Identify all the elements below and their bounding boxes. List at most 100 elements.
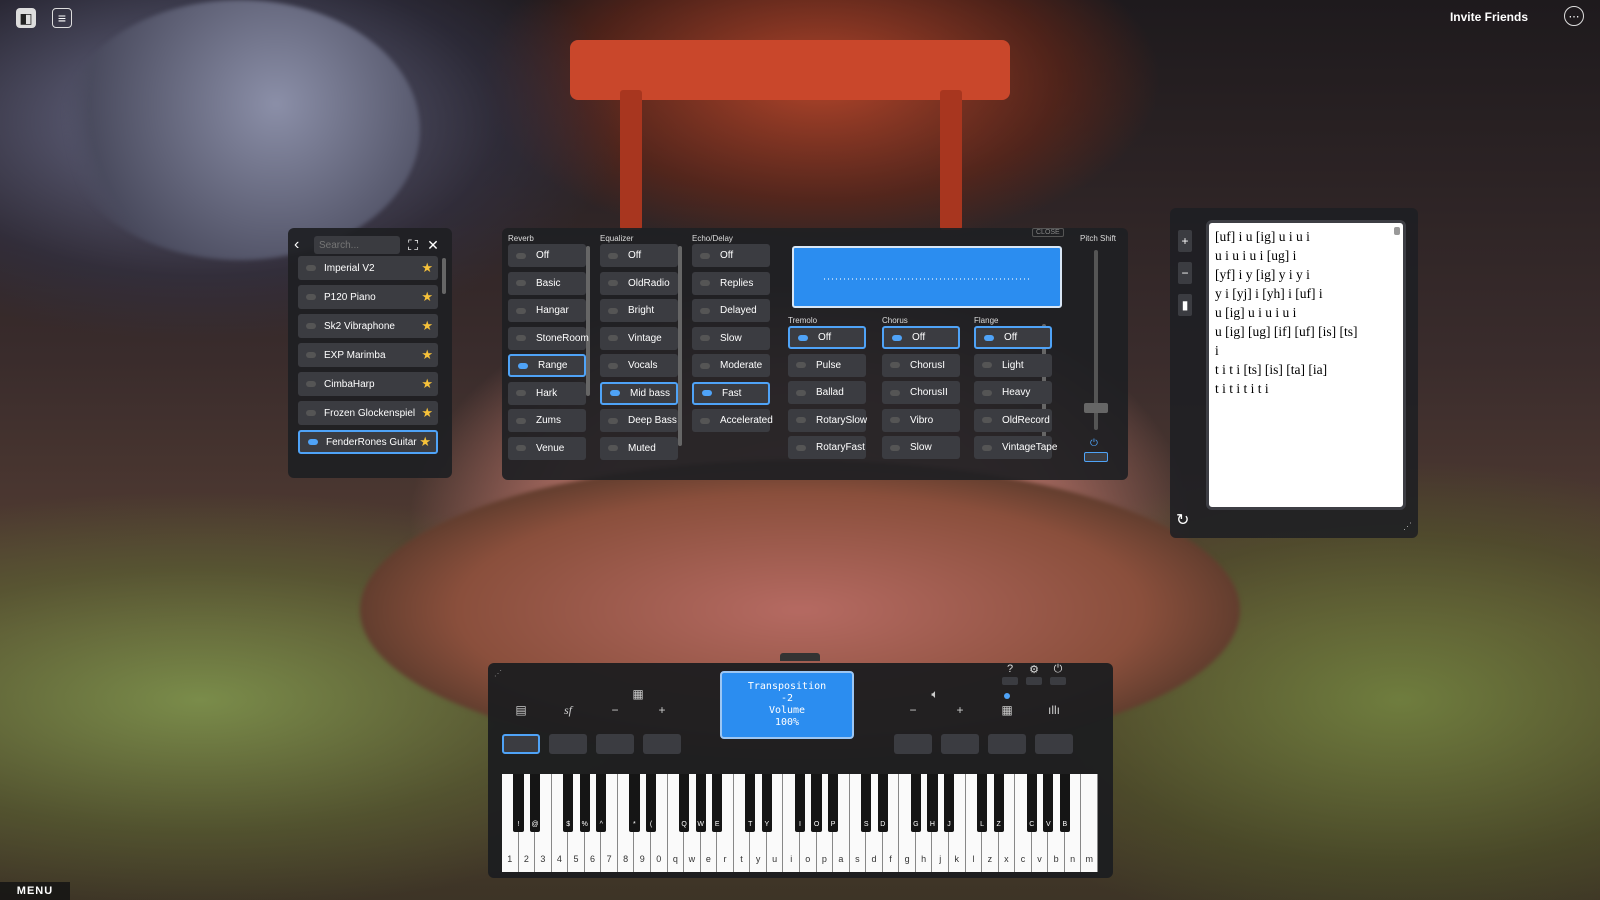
equalizer-option[interactable]: Off [600,244,678,267]
equalizer-option[interactable]: Deep Bass [600,409,678,432]
flange-option[interactable]: Off [974,326,1052,349]
transpose-up-button[interactable] [643,734,681,754]
equalizer-option[interactable]: OldRadio [600,271,678,295]
transpose-down-button[interactable] [596,734,634,754]
black-key[interactable]: P [827,774,839,832]
reverb-option[interactable]: Basic [508,271,586,295]
chat-icon[interactable]: ≡ [52,8,72,28]
instrument-item[interactable]: P120 Piano ★ [298,285,438,309]
pitch-shift-slider-handle[interactable] [1084,403,1108,413]
black-key[interactable]: ^ [596,774,607,832]
black-key[interactable]: C [1026,774,1037,832]
reverb-option[interactable]: Zums [508,409,586,432]
close-icon[interactable]: ✕ [426,237,440,254]
equalizer-option[interactable]: Muted [600,436,678,460]
instrument-search-input[interactable] [314,236,400,254]
sheet-text-area[interactable]: [uf] i u [ig] u i u i u i u i u i [ug] i [… [1206,220,1406,510]
black-key[interactable]: D [877,774,888,832]
black-key[interactable]: ( [645,774,657,832]
zoom-in-button[interactable]: + [1178,230,1192,252]
roblox-logo-icon[interactable]: ◧ [16,8,36,28]
reverb-option[interactable]: StoneRoom [508,326,589,350]
black-key[interactable]: Q [678,774,690,832]
star-icon[interactable]: ★ [421,376,433,392]
chorus-option[interactable]: Off [882,326,960,349]
drag-handle[interactable] [780,653,820,661]
black-key[interactable]: ! [513,774,524,832]
gear-icon[interactable]: ⚙ [1024,663,1044,676]
black-key[interactable]: S [861,774,872,832]
reverb-scrollbar[interactable] [586,246,590,396]
equalizer-scrollbar[interactable] [678,246,682,446]
reset-icon[interactable]: ↻ [1176,510,1189,530]
volume-up-button[interactable] [941,734,979,754]
help-button[interactable] [1002,677,1018,685]
black-key[interactable]: L [976,774,988,832]
resize-handle-icon[interactable]: ⋰ [494,669,502,678]
black-key[interactable]: I [794,774,806,832]
black-key[interactable]: % [579,774,590,832]
black-key[interactable]: G [910,774,921,832]
white-key[interactable]: m [1081,774,1098,872]
instrument-scrollbar[interactable] [442,258,446,294]
echo-option[interactable]: Accelerated [692,409,773,432]
black-key[interactable]: O [811,774,822,832]
echo-option[interactable]: Fast [692,381,770,405]
sustain-button[interactable] [549,734,587,754]
black-key[interactable]: E [712,774,723,832]
reverb-option[interactable]: Range [508,354,586,377]
flange-option[interactable]: OldRecord [974,408,1052,432]
black-key[interactable]: Y [761,774,772,832]
tremolo-option[interactable]: RotarySlow [788,408,867,432]
equalizer-option[interactable]: Mid bass [600,381,678,405]
flange-option[interactable]: Light [974,353,1052,377]
star-icon[interactable]: ★ [421,260,433,276]
back-chevron-icon[interactable]: ‹ [294,236,308,254]
instrument-item[interactable]: Sk2 Vibraphone ★ [298,314,438,338]
tremolo-option[interactable]: RotaryFast [788,436,866,459]
keymap-button[interactable] [988,734,1026,754]
flange-option[interactable]: Heavy [974,381,1052,404]
zoom-out-button[interactable]: − [1178,262,1192,284]
equalizer-option[interactable]: Bright [600,299,678,322]
reverb-option[interactable]: Off [508,244,586,267]
reverb-option[interactable]: Hark [508,381,586,405]
menu-button[interactable]: MENU [0,882,70,900]
echo-option[interactable]: Replies [692,271,770,295]
black-key[interactable]: B [1059,774,1070,832]
power-icon[interactable]: ⏻ [1090,438,1098,449]
echo-option[interactable]: Delayed [692,299,770,322]
chorus-option[interactable]: ChorusI [882,353,960,377]
echo-option[interactable]: Slow [692,326,770,350]
tremolo-option[interactable]: Off [788,326,866,349]
resize-handle-icon[interactable]: ⋰ [1403,521,1412,532]
instrument-item[interactable]: Frozen Glockenspiel ★ [298,401,438,425]
effects-close-button[interactable]: CLOSE [1032,228,1064,237]
black-key[interactable]: * [629,774,640,832]
chorus-option[interactable]: Slow [882,436,960,459]
flange-option[interactable]: VintageTape [974,436,1057,459]
instrument-item[interactable]: EXP Marimba ★ [298,343,438,367]
black-key[interactable]: Z [993,774,1004,832]
tremolo-option[interactable]: Ballad [788,381,866,404]
black-key[interactable]: @ [529,774,541,832]
volume-down-button[interactable] [894,734,932,754]
echo-option[interactable]: Moderate [692,354,770,377]
instrument-item[interactable]: FenderRones Guitar ★ [298,430,438,454]
black-key[interactable]: H [927,774,938,832]
black-key[interactable]: W [695,774,706,832]
black-key[interactable]: J [943,774,955,832]
power-button[interactable] [1050,677,1066,685]
sound-button[interactable] [1035,734,1073,754]
settings-button[interactable] [1026,677,1042,685]
star-icon[interactable]: ★ [421,289,433,305]
black-key[interactable]: V [1043,774,1054,832]
equalizer-option[interactable]: Vintage [600,326,678,350]
black-key[interactable]: $ [563,774,574,832]
star-icon[interactable]: ★ [421,405,433,421]
fullscreen-icon[interactable]: ⛶ [406,237,420,254]
tremolo-option[interactable]: Pulse [788,353,866,377]
sheet-toggle-button[interactable] [502,734,540,754]
trash-icon[interactable]: ▮ [1178,294,1192,316]
more-options-icon[interactable]: ⋯ [1564,6,1584,26]
